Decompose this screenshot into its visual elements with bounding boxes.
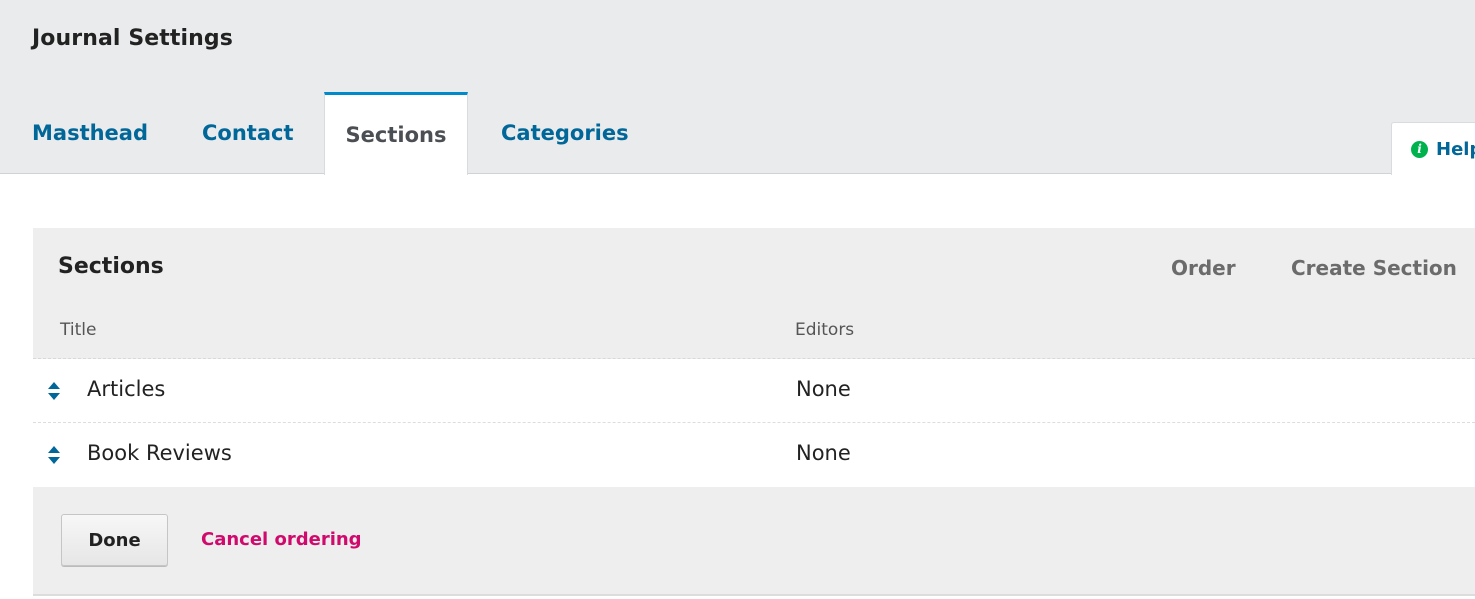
page-header: Journal Settings Masthead Contact Sectio…	[0, 0, 1475, 175]
tab-sections[interactable]: Sections	[324, 92, 468, 175]
tab-categories[interactable]: Categories	[501, 92, 629, 174]
column-header-editors: Editors	[795, 320, 855, 340]
sections-grid-panel: Sections Order Create Section Title Edit…	[33, 228, 1475, 596]
create-section-button[interactable]: Create Section	[1291, 256, 1457, 280]
cancel-ordering-link[interactable]: Cancel ordering	[201, 529, 362, 550]
info-circle-icon: i	[1411, 140, 1428, 158]
tab-masthead[interactable]: Masthead	[32, 92, 148, 174]
column-header-title: Title	[60, 320, 97, 340]
ordering-footer: Done Cancel ordering	[33, 486, 1475, 596]
sort-icon[interactable]	[47, 381, 61, 401]
help-button[interactable]: i Help	[1391, 122, 1475, 175]
section-editors: None	[796, 441, 851, 465]
tab-contact[interactable]: Contact	[202, 92, 294, 174]
section-editors: None	[796, 377, 851, 401]
done-button[interactable]: Done	[61, 514, 168, 566]
section-title: Articles	[87, 377, 166, 401]
table-row: Book Reviews None	[33, 423, 1475, 487]
order-button[interactable]: Order	[1171, 256, 1236, 280]
help-label: Help	[1436, 138, 1475, 160]
sort-icon[interactable]	[47, 445, 61, 465]
section-title: Book Reviews	[87, 441, 232, 465]
table-row: Articles None	[33, 359, 1475, 423]
page-title: Journal Settings	[32, 26, 233, 51]
sections-list: Articles None Book Reviews None	[33, 358, 1475, 487]
panel-title: Sections	[58, 254, 164, 279]
